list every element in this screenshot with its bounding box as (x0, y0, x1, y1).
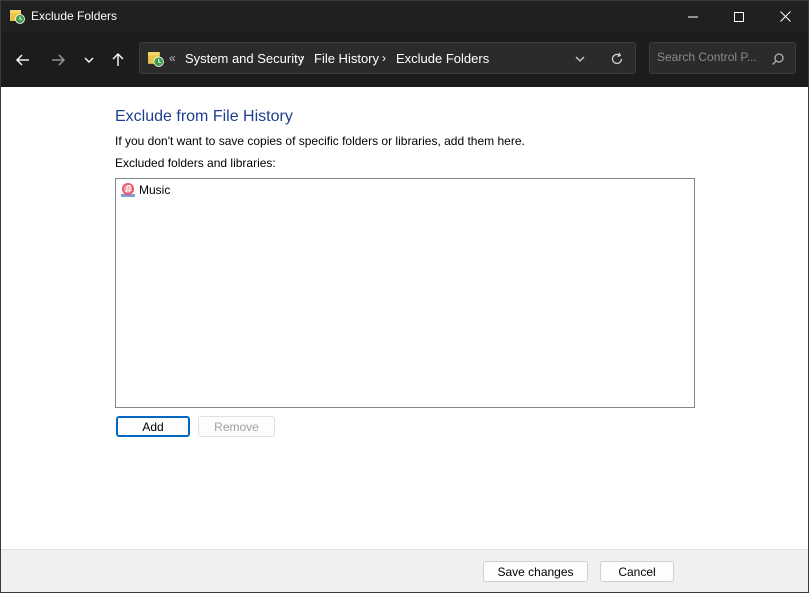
save-changes-button[interactable]: Save changes (483, 561, 588, 582)
list-item-label: Music (139, 183, 171, 197)
refresh-button[interactable] (608, 50, 626, 68)
file-history-icon (148, 52, 164, 67)
close-icon (779, 11, 791, 22)
breadcrumb-file-history[interactable]: File History (314, 51, 379, 66)
forward-button[interactable] (46, 48, 70, 72)
arrow-up-icon (112, 53, 124, 66)
maximize-button[interactable] (716, 1, 762, 32)
refresh-icon (611, 52, 623, 65)
minimize-icon (688, 16, 698, 17)
page-title: Exclude from File History (115, 108, 293, 125)
search-input[interactable] (657, 50, 767, 64)
excluded-folders-list[interactable]: Music (115, 178, 695, 408)
music-library-icon (121, 183, 135, 197)
address-overflow-indicator[interactable]: « (169, 51, 176, 65)
up-button[interactable] (106, 48, 130, 72)
list-item[interactable]: Music (120, 181, 170, 199)
add-button[interactable]: Add (116, 416, 190, 437)
navigation-bar: « System and Security › File History › E… (1, 32, 808, 87)
excluded-list-label: Excluded folders and libraries: (115, 156, 276, 170)
file-history-icon (10, 10, 25, 24)
content-panel: Exclude from File History If you don't w… (1, 87, 808, 549)
minimize-button[interactable] (670, 1, 716, 32)
search-box[interactable] (649, 42, 796, 74)
address-history-dropdown[interactable] (572, 51, 588, 67)
arrow-left-icon (16, 54, 29, 66)
maximize-icon (734, 11, 744, 22)
window-title: Exclude Folders (31, 9, 118, 23)
address-bar[interactable]: « System and Security › File History › E… (139, 42, 636, 74)
breadcrumb-exclude-folders[interactable]: Exclude Folders (396, 51, 489, 66)
close-button[interactable] (762, 1, 808, 32)
remove-button[interactable]: Remove (198, 416, 275, 437)
cancel-button[interactable]: Cancel (600, 561, 674, 582)
back-button[interactable] (11, 48, 35, 72)
breadcrumb-separator[interactable]: › (382, 51, 386, 65)
title-bar: Exclude Folders (1, 1, 808, 32)
breadcrumb-system-and-security[interactable]: System and Security (185, 51, 304, 66)
breadcrumb-separator[interactable]: › (300, 51, 304, 65)
chevron-down-icon (84, 57, 94, 63)
page-description: If you don't want to save copies of spec… (115, 134, 525, 148)
search-icon[interactable] (771, 52, 785, 66)
recent-locations-button[interactable] (77, 48, 101, 72)
footer-bar: Save changes Cancel (1, 549, 808, 592)
arrow-right-icon (52, 54, 65, 66)
exclude-folders-window: Exclude Folders « System and Security › … (0, 0, 809, 593)
chevron-down-icon (575, 56, 585, 62)
